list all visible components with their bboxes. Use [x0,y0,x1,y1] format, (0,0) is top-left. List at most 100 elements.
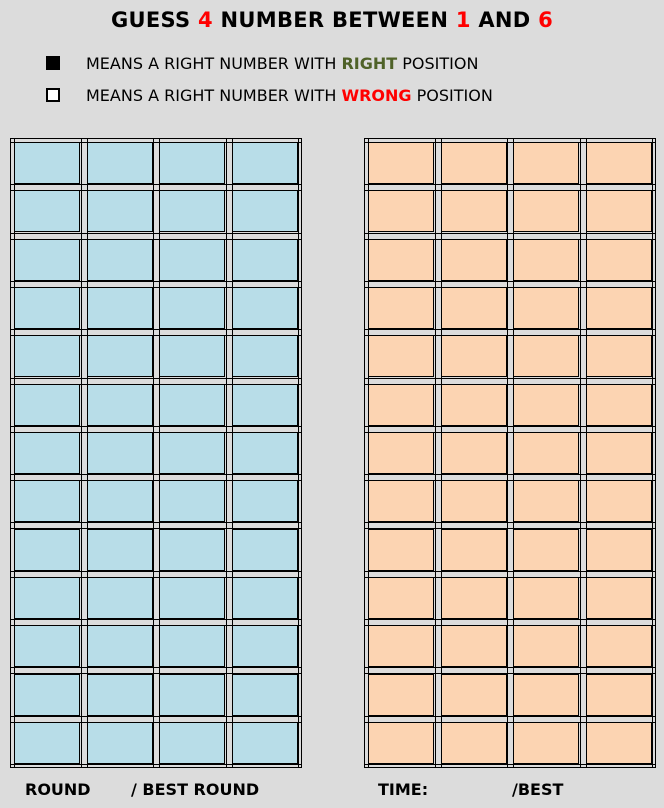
guess-cell[interactable] [159,190,225,232]
guess-cell[interactable] [232,432,298,474]
guess-cell[interactable] [159,239,225,281]
guess-cell[interactable] [87,674,153,716]
grid-line [365,329,655,330]
guess-cell[interactable] [14,480,80,522]
feedback-cell [368,480,434,522]
grid-line [365,667,655,668]
grid-line [11,667,301,668]
grid-line [365,233,655,234]
feedback-cell [586,432,652,474]
feedback-cell [441,577,507,619]
guess-cell[interactable] [14,577,80,619]
guess-cell[interactable] [87,432,153,474]
grid-line [11,184,301,185]
grid-line [11,716,301,717]
guess-cell[interactable] [87,480,153,522]
guess-cell[interactable] [232,287,298,329]
guess-cell[interactable] [232,335,298,377]
guess-cell[interactable] [87,142,153,184]
grid-line [365,474,655,475]
grid-line [11,764,301,765]
guess-cell[interactable] [159,625,225,667]
feedback-cell [586,239,652,281]
guess-cell[interactable] [87,190,153,232]
guess-cell[interactable] [232,625,298,667]
guess-cell[interactable] [87,577,153,619]
guess-cell[interactable] [159,674,225,716]
guess-cell[interactable] [232,480,298,522]
guess-cell[interactable] [87,722,153,764]
grid-line [365,281,655,282]
guess-cell[interactable] [14,722,80,764]
guess-cell[interactable] [14,335,80,377]
feedback-cell [368,142,434,184]
grid-line [365,184,655,185]
guess-cell[interactable] [14,190,80,232]
guess-cell[interactable] [159,142,225,184]
guess-cell[interactable] [14,287,80,329]
grid-line [11,378,301,379]
guess-cell[interactable] [87,529,153,571]
best-round-label: / BEST ROUND [131,780,260,799]
title-high: 6 [538,8,554,32]
guess-cell[interactable] [87,239,153,281]
feedback-cell [513,239,579,281]
grid-line [365,619,655,620]
guess-cell[interactable] [232,722,298,764]
feedback-cell [513,335,579,377]
guess-cell[interactable] [159,480,225,522]
feedback-cell [586,335,652,377]
guess-cell[interactable] [159,335,225,377]
guess-cell[interactable] [14,674,80,716]
grid-line [365,378,655,379]
legend-text-before: MEANS A RIGHT NUMBER WITH [86,54,342,73]
feedback-cell [368,722,434,764]
guess-cell[interactable] [14,384,80,426]
filled-square-icon [46,56,60,70]
feedback-cell [368,529,434,571]
feedback-cell [368,577,434,619]
grid-line [365,716,655,717]
feedback-cell [368,239,434,281]
guess-cell[interactable] [232,529,298,571]
feedback-cell [586,384,652,426]
feedback-cell [441,432,507,474]
guess-cell[interactable] [87,384,153,426]
guess-cell[interactable] [159,577,225,619]
guess-cell[interactable] [159,529,225,571]
guess-cell[interactable] [159,432,225,474]
guess-cell[interactable] [159,384,225,426]
grid-line [11,233,301,234]
feedback-cell [441,674,507,716]
title-prefix: GUESS [110,8,198,32]
best-time-label: /BEST [512,780,564,799]
legend-keyword-wrong: WRONG [341,86,412,105]
guess-cell[interactable] [232,674,298,716]
guess-cell[interactable] [232,384,298,426]
feedback-cell [441,239,507,281]
feedback-cell [368,432,434,474]
guess-cell[interactable] [14,142,80,184]
guess-cell[interactable] [14,625,80,667]
feedback-cell [586,287,652,329]
guess-cell[interactable] [232,142,298,184]
guess-cell[interactable] [232,190,298,232]
guess-cell[interactable] [87,625,153,667]
title-count: 4 [198,8,213,32]
feedback-cell [441,480,507,522]
guess-cell[interactable] [14,239,80,281]
guess-cell[interactable] [159,287,225,329]
guess-cell[interactable] [159,722,225,764]
grid-line [11,522,301,523]
guess-cell[interactable] [87,287,153,329]
feedback-cell [368,335,434,377]
guess-cell[interactable] [14,432,80,474]
feedback-cell [513,674,579,716]
guess-cell[interactable] [232,239,298,281]
title-middle: NUMBER BETWEEN [212,8,456,32]
guess-cell[interactable] [87,335,153,377]
guess-cell[interactable] [14,529,80,571]
guess-cell[interactable] [232,577,298,619]
feedback-cell [513,287,579,329]
grid-line [11,474,301,475]
